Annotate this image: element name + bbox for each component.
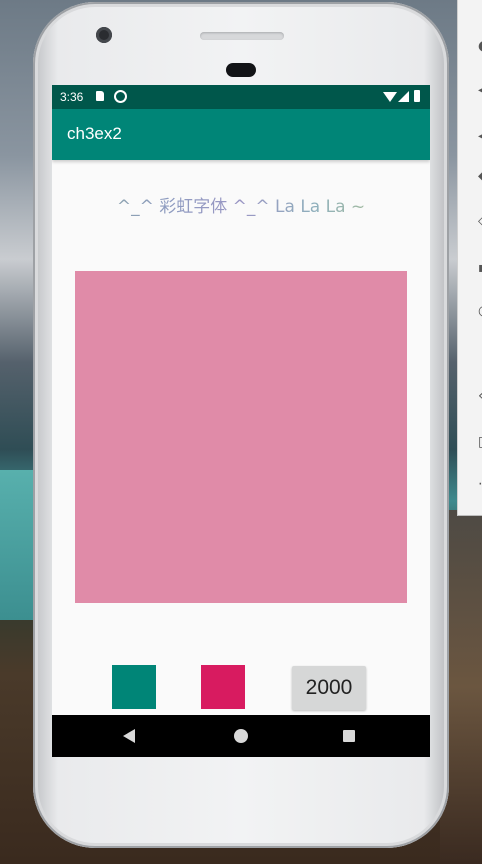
proximity-sensor <box>226 63 256 77</box>
duration-button[interactable]: 2000 <box>292 666 366 710</box>
sd-card-icon <box>96 91 104 101</box>
teal-color-swatch[interactable] <box>112 665 156 709</box>
earpiece-speaker <box>200 32 284 40</box>
more-icon[interactable]: ⋯ <box>478 477 482 491</box>
recents-icon[interactable] <box>343 730 355 742</box>
rainbow-text: ^_^ 彩虹字体 ^_^ La La La ~ <box>52 192 430 217</box>
volume-up-icon[interactable]: ◂ <box>478 83 482 97</box>
status-time: 3:36 <box>60 90 84 104</box>
pink-color-swatch[interactable] <box>201 665 245 709</box>
back-icon[interactable]: ‹ <box>478 389 482 403</box>
sync-icon <box>114 90 127 103</box>
screenshot-icon[interactable]: ▪ <box>478 261 482 275</box>
zoom-icon[interactable]: ○ <box>478 304 482 318</box>
overview-icon[interactable]: □ <box>478 435 482 449</box>
navigation-bar <box>52 715 430 757</box>
rotate-right-icon[interactable]: ◇ <box>478 214 482 228</box>
battery-icon <box>414 90 420 102</box>
emulator-side-toolbar: ◐ ◂ ◂ ◆ ◇ ▪ ○ ‹ □ ⋯ <box>457 0 482 516</box>
back-icon[interactable] <box>123 729 135 743</box>
app-title: ch3ex2 <box>67 124 122 143</box>
phone-screen: 3:36 ch3ex2 ^_^ 彩虹字体 ^_^ La La La ~ 2000 <box>52 85 430 757</box>
power-icon[interactable]: ◐ <box>478 39 482 53</box>
front-camera <box>96 27 112 43</box>
cell-signal-icon <box>398 91 409 102</box>
volume-down-icon[interactable]: ◂ <box>478 129 482 143</box>
status-bar: 3:36 <box>52 85 430 109</box>
rotate-left-icon[interactable]: ◆ <box>478 169 482 183</box>
phone-frame: 3:36 ch3ex2 ^_^ 彩虹字体 ^_^ La La La ~ 2000 <box>33 2 449 848</box>
color-preview-square <box>75 271 407 603</box>
home-icon[interactable] <box>234 729 248 743</box>
wifi-icon <box>383 92 397 102</box>
app-bar: ch3ex2 <box>52 109 430 160</box>
